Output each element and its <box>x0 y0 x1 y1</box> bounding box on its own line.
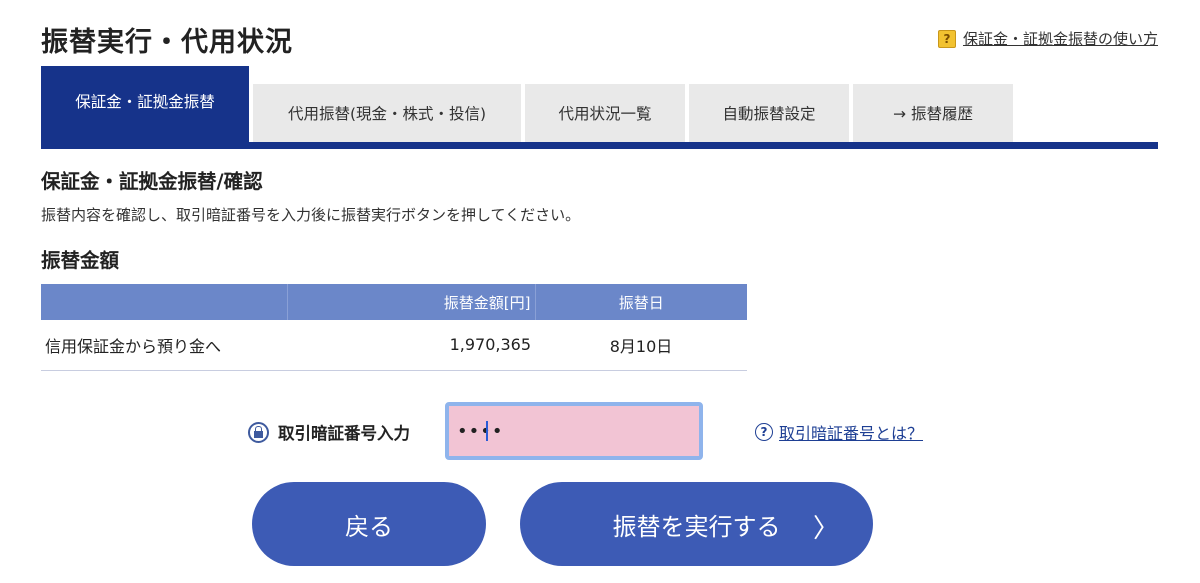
back-button[interactable]: 戻る <box>252 482 486 566</box>
tab-margin-transfer[interactable]: 保証金・証拠金振替 <box>41 66 249 142</box>
tab-collateral-transfer[interactable]: 代用振替(現金・株式・投信) <box>253 84 521 142</box>
password-input[interactable] <box>445 402 703 460</box>
tab-label: 代用振替(現金・株式・投信) <box>287 105 487 123</box>
tab-underline <box>41 142 1158 149</box>
password-help-label: 取引暗証番号とは？ <box>779 424 924 443</box>
amount-title: 振替金額 <box>41 249 120 272</box>
table-cell: 信用保証金から預り金へ <box>41 320 287 371</box>
question-circle-icon: ? <box>755 423 773 441</box>
tab-label: → 振替履歴 <box>893 105 973 123</box>
password-row: 取引暗証番号入力 ? 取引暗証番号とは？ <box>248 402 968 460</box>
execute-button-label: 振替を実行する <box>612 512 781 541</box>
tab-bar: 保証金・証拠金振替 代用振替(現金・株式・投信) 代用状況一覧 自動振替設定 →… <box>41 66 1017 142</box>
table-header-cell <box>41 284 288 320</box>
tab-auto-transfer[interactable]: 自動振替設定 <box>689 84 849 142</box>
help-link[interactable]: ? 保証金・証拠金振替の使い方 <box>937 28 1158 49</box>
table-row: 信用保証金から預り金へ 1,970,365 8月10日 <box>41 320 747 371</box>
help-link-label: 保証金・証拠金振替の使い方 <box>962 30 1158 48</box>
tab-label: 代用状況一覧 <box>558 105 652 123</box>
chevron-right-icon: 〉 <box>812 514 839 544</box>
page-title: 振替実行・代用状況 <box>41 27 293 58</box>
tab-transfer-history[interactable]: → 振替履歴 <box>853 84 1013 142</box>
table-header-cell: 振替金額[円] <box>287 284 536 320</box>
question-icon: ? <box>937 29 956 48</box>
password-label: 取引暗証番号入力 <box>278 424 410 443</box>
table-header-row: 振替金額[円] 振替日 <box>41 284 747 320</box>
lock-icon <box>248 422 269 443</box>
section-title: 保証金・証拠金振替/確認 <box>41 170 263 193</box>
transfer-table: 振替金額[円] 振替日 信用保証金から預り金へ 1,970,365 8月10日 <box>41 284 747 371</box>
tab-label: 保証金・証拠金振替 <box>75 93 215 111</box>
tab-label: 自動振替設定 <box>722 105 816 123</box>
password-help-link[interactable]: ? 取引暗証番号とは？ <box>755 420 923 444</box>
table-header-cell: 振替日 <box>535 284 747 320</box>
section-description: 振替内容を確認し、取引暗証番号を入力後に振替実行ボタンを押してください。 <box>41 206 581 224</box>
table-cell: 1,970,365 <box>287 320 535 371</box>
execute-transfer-button[interactable]: 振替を実行する 〉 <box>520 482 873 566</box>
text-caret <box>486 421 488 441</box>
table-cell: 8月10日 <box>535 320 747 371</box>
tab-collateral-status[interactable]: 代用状況一覧 <box>525 84 685 142</box>
back-button-label: 戻る <box>345 512 393 541</box>
